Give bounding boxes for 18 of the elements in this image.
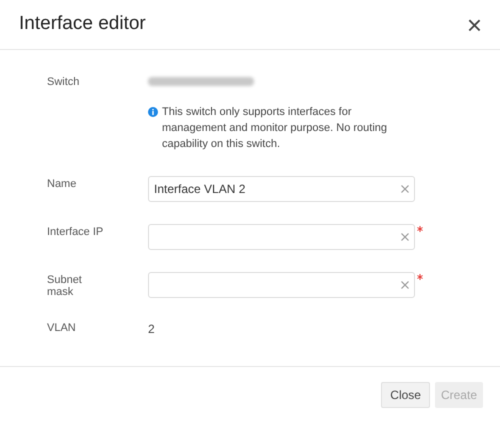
info-icon bbox=[148, 107, 158, 117]
clear-icon[interactable] bbox=[401, 233, 409, 241]
info-note: This switch only supports interfaces for management and monitor purpose. No routing capability on this switch. bbox=[162, 105, 388, 152]
text-field[interactable] bbox=[148, 272, 415, 298]
dialog-button[interactable]: Close bbox=[381, 382, 430, 408]
field-label: Name bbox=[47, 177, 78, 192]
text-field[interactable] bbox=[148, 224, 415, 250]
field-label: Switch bbox=[47, 75, 80, 90]
field-label: VLAN bbox=[47, 321, 77, 336]
text-field[interactable]: Interface VLAN 2 bbox=[148, 176, 415, 202]
dialog-title: Interface editor bbox=[19, 12, 146, 36]
required-icon bbox=[417, 274, 423, 280]
required-icon bbox=[417, 226, 423, 232]
field-label: Interface IP bbox=[47, 225, 104, 240]
clear-icon[interactable] bbox=[401, 281, 409, 289]
clear-icon[interactable] bbox=[401, 185, 409, 193]
vlan-value: 2 bbox=[148, 321, 155, 338]
field-label: Subnet mask bbox=[47, 273, 83, 298]
